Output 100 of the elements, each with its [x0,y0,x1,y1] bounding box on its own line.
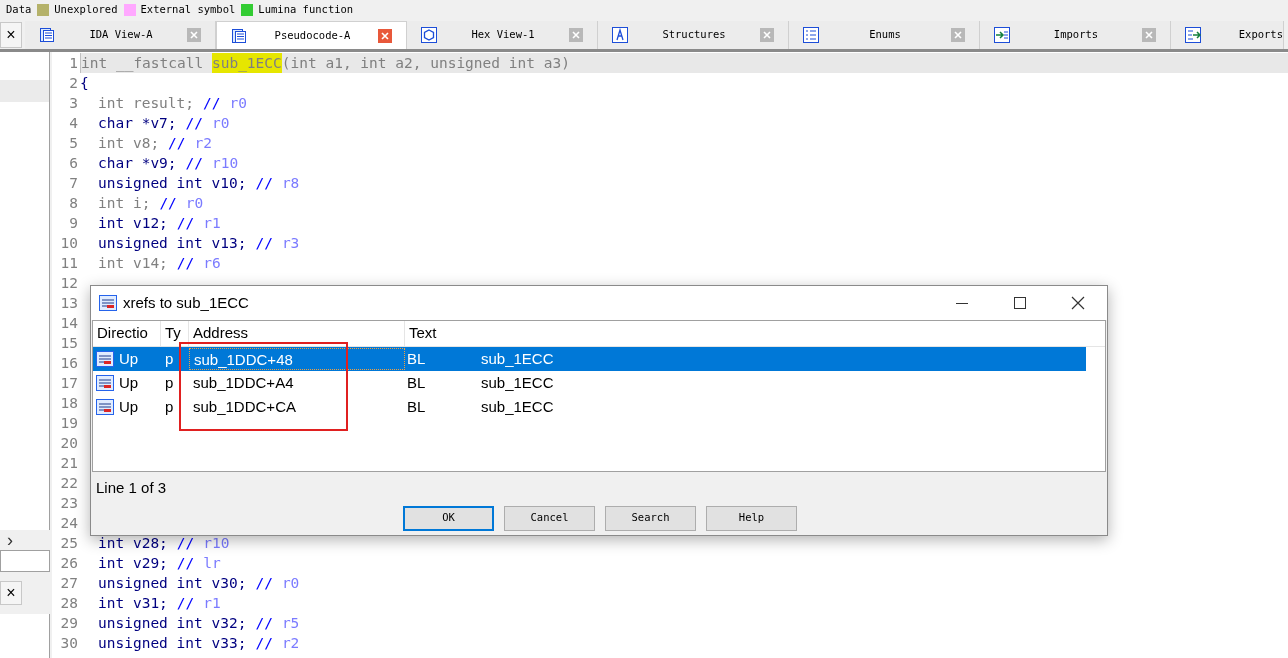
tab[interactable]: Structures [598,21,789,49]
direction-text: Up [119,372,139,393]
column-header[interactable]: Text [405,321,505,346]
comment-text: // [255,614,273,633]
register-text: lr [203,554,221,573]
code-text: int v14; [98,254,168,273]
legend-label: Unexplored [54,2,118,18]
instruction-text: BL [406,372,427,393]
comment-text: // [176,214,195,233]
legend-label: External symbol [140,2,236,18]
code-text: int v12; [98,214,168,233]
tab[interactable]: Imports [980,21,1171,49]
comment-text: // [255,234,273,253]
input-field[interactable] [0,550,50,572]
register-text: r1 [203,594,221,613]
tab[interactable]: Exports [1171,21,1284,49]
structure-icon [612,27,628,43]
type-text: p [164,348,175,369]
line-number: 4 [68,114,78,133]
line-number: 3 [68,94,78,113]
comment-text: // [176,534,195,553]
xref-row[interactable]: Up p sub_1DDC+A4 BL sub_1ECC [93,371,1086,395]
close-icon[interactable] [378,28,392,43]
close-icon[interactable] [760,28,774,42]
dialog-button[interactable]: Search [605,505,696,531]
code-text: unsigned int v30; [98,574,247,593]
line-number: 30 [59,634,78,653]
line-number: 17 [59,374,78,393]
type-text: p [164,396,175,417]
close-icon[interactable] [569,28,583,42]
expand-button[interactable]: › [0,530,20,550]
column-header[interactable]: Directio [93,321,161,346]
register-text: r10 [203,534,230,553]
register-text: r6 [203,254,221,273]
close-icon [1071,296,1085,310]
line-number: 2 [68,74,78,93]
comment-text: // [255,574,273,593]
line-number: 20 [59,434,78,453]
close-button[interactable]: × [0,581,22,605]
direction-text: Up [119,348,139,369]
line-number: 25 [59,534,78,553]
line-number: 18 [59,394,78,413]
dialog-button[interactable]: OK [403,505,494,531]
comment-text: // [176,254,195,273]
line-number: 19 [59,414,78,433]
line-number: 29 [59,614,78,633]
line-number: 24 [59,514,78,533]
comment-text: // [176,594,195,613]
xref-row[interactable]: Up p sub_1DDC+CA BL sub_1ECC [93,395,1086,419]
xref-row[interactable]: Up p sub_1DDC+48 BL sub_1ECC [93,347,1086,371]
tab[interactable]: Hex View-1 [407,21,598,49]
line-number: 11 [59,254,78,273]
line-number: 15 [59,334,78,353]
code-text: unsigned int v33; [98,634,247,653]
xref-icon [96,399,114,415]
function-name: sub_1ECC [211,53,282,73]
register-text: r2 [281,634,300,653]
xref-icon [96,351,114,367]
export-icon [1185,27,1201,43]
register-text: r3 [281,234,300,253]
close-icon[interactable] [1142,28,1156,42]
code-text: int v31; [98,594,168,613]
line-number: 23 [59,494,78,513]
legend-label: Lumina function [258,2,354,18]
type-text: p [164,372,175,393]
line-number: 14 [59,314,78,333]
comment-text: // [255,174,273,193]
document-icon [231,27,247,44]
register-text: r0 [212,114,230,133]
code-text: { [80,74,89,93]
target-text: sub_1ECC [481,396,554,417]
line-number: 12 [59,274,78,293]
code-text: int __fastcall [81,54,205,73]
code-text: char *v7; [98,114,177,133]
line-number: 26 [59,554,78,573]
close-icon[interactable] [951,28,965,42]
selected-row[interactable] [0,80,49,102]
tab[interactable]: IDA View-A [25,21,216,49]
column-header[interactable]: Ty [161,321,189,346]
code-text: unsigned int v32; [98,614,247,633]
xref-icon [96,375,114,391]
tab[interactable]: Pseudocode-A [216,21,407,49]
code-text: int result; [98,94,195,113]
code-text: int v28; [98,534,168,553]
column-header[interactable]: Address [189,321,405,346]
comment-text: // [185,154,204,173]
line-number: 5 [68,134,78,153]
hexagon-icon [421,27,437,43]
register-text: r0 [281,574,300,593]
register-text: r5 [281,614,300,633]
close-button[interactable]: × [0,21,22,48]
instruction-text: BL [406,348,427,369]
direction-text: Up [119,396,139,417]
tab[interactable]: Enums [789,21,980,49]
dialog-button[interactable]: Cancel [504,505,595,531]
close-icon[interactable] [187,28,201,42]
list-icon [803,27,819,43]
line-number: 9 [68,214,78,233]
dialog-button[interactable]: Help [706,505,797,531]
line-number: 6 [68,154,78,173]
